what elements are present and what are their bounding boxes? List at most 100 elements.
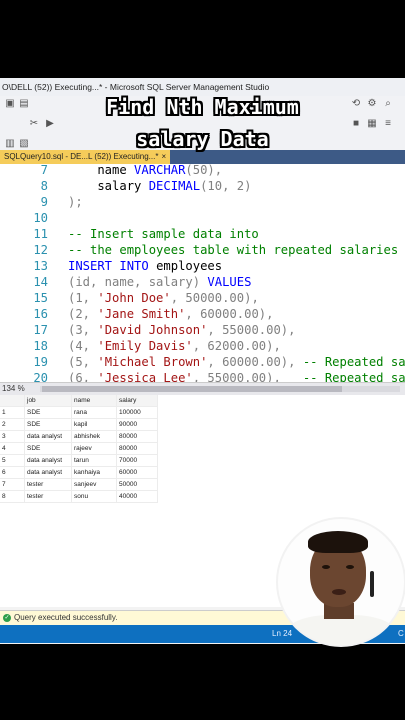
table-row[interactable]: 5 data analyst tarun 70000	[0, 454, 158, 467]
code-text: (id, name, salary) VALUES	[68, 274, 251, 290]
table-cell[interactable]: kapil	[71, 418, 117, 431]
presenter-shirt	[284, 615, 398, 645]
table-row[interactable]: 2 SDE kapil 90000	[0, 418, 158, 431]
table-cell[interactable]: 4	[0, 442, 25, 455]
table-row[interactable]: 4 SDE rajeev 80000	[0, 442, 158, 455]
table-cell[interactable]: 80000	[116, 430, 158, 443]
code-line[interactable]: 18 (4, 'Emily Davis', 62000.00),	[0, 338, 405, 354]
line-number: 11	[33, 227, 48, 241]
line-number: 7	[40, 164, 48, 177]
tab-label: SQLQuery10.sql - DE...L (52)) Executing.…	[4, 152, 159, 161]
table-cell[interactable]: tester	[24, 478, 72, 491]
table-cell[interactable]: 50000	[116, 478, 158, 491]
headline-line-1: Find Nth Maximum	[106, 95, 299, 119]
table-cell[interactable]: 100000	[116, 406, 158, 419]
table-cell[interactable]: 60000	[116, 466, 158, 479]
close-icon[interactable]: ×	[161, 152, 166, 161]
line-number: 20	[33, 371, 48, 382]
code-line[interactable]: 10	[0, 210, 405, 226]
table-cell[interactable]: 2	[0, 418, 25, 431]
code-text: INSERT INTO employees	[68, 258, 222, 274]
column-header[interactable]: salary	[116, 395, 158, 407]
table-cell[interactable]: 6	[0, 466, 25, 479]
code-line[interactable]: 16 (2, 'Jane Smith', 60000.00),	[0, 306, 405, 322]
code-line[interactable]: 7 name VARCHAR(50),	[0, 164, 405, 178]
code-token: -- Repeated salary	[302, 355, 405, 369]
table-cell[interactable]: 3	[0, 430, 25, 443]
code-text: salary DECIMAL(10, 2)	[68, 178, 251, 194]
code-line[interactable]: 20 (6, 'Jessica Lee', 55000.00), -- Repea…	[0, 370, 405, 382]
table-cell[interactable]: SDE	[24, 406, 72, 419]
presenter-eye	[322, 565, 330, 569]
scrollbar-thumb[interactable]	[42, 386, 342, 392]
table-cell[interactable]: abhishek	[71, 430, 117, 443]
table-row[interactable]: 6 data analyst kanhaiya 60000	[0, 466, 158, 479]
code-line[interactable]: 15 (1, 'John Doe', 50000.00),	[0, 290, 405, 306]
code-line[interactable]: 17 (3, 'David Johnson', 55000.00),	[0, 322, 405, 338]
code-token: (6,	[68, 371, 98, 382]
code-text: (6, 'Jessica Lee', 55000.00), -- Repeate…	[68, 370, 405, 382]
table-cell[interactable]: 80000	[116, 442, 158, 455]
check-icon: ✓	[3, 613, 11, 622]
table-cell[interactable]: 5	[0, 454, 25, 467]
window-title: O\DELL (52)) Executing...* - Microsoft S…	[0, 78, 405, 96]
code-text: -- the employees table with repeated sal…	[68, 242, 398, 258]
code-token: (1,	[68, 291, 98, 305]
table-cell[interactable]: 8	[0, 490, 25, 503]
column-header[interactable]	[0, 395, 25, 407]
tab-sqlquery10[interactable]: SQLQuery10.sql - DE...L (52)) Executing.…	[0, 150, 171, 164]
code-text: name VARCHAR(50),	[68, 164, 222, 178]
code-line[interactable]: 12 -- the employees table with repeated s…	[0, 242, 405, 258]
code-line[interactable]: 13 INSERT INTO employees	[0, 258, 405, 274]
line-number: 16	[33, 307, 48, 321]
table-cell[interactable]: 7	[0, 478, 25, 491]
table-cell[interactable]: kanhaiya	[71, 466, 117, 479]
table-row[interactable]: 8 tester sonu 40000	[0, 490, 158, 503]
presenter-eye	[346, 565, 354, 569]
table-row[interactable]: 1 SDE rana 100000	[0, 406, 158, 419]
table-cell[interactable]: sanjeev	[71, 478, 117, 491]
code-line[interactable]: 14 (id, name, salary) VALUES	[0, 274, 405, 290]
code-text: (2, 'Jane Smith', 60000.00),	[68, 306, 273, 322]
code-line[interactable]: 11 -- Insert sample data into	[0, 226, 405, 242]
table-cell[interactable]: SDE	[24, 442, 72, 455]
table-cell[interactable]: data analyst	[24, 466, 72, 479]
table-row[interactable]: 3 data analyst abhishek 80000	[0, 430, 158, 443]
table-cell[interactable]: data analyst	[24, 430, 72, 443]
code-token: (10, 2)	[200, 179, 252, 193]
code-token: , 50000.00),	[170, 291, 259, 305]
table-cell[interactable]: sonu	[71, 490, 117, 503]
table-cell[interactable]: rajeev	[71, 442, 117, 455]
column-header[interactable]: job	[24, 395, 72, 407]
table-cell[interactable]: tarun	[71, 454, 117, 467]
code-token: );	[68, 195, 83, 209]
zoom-level[interactable]: 134 %	[0, 384, 25, 393]
table-cell[interactable]: 90000	[116, 418, 158, 431]
code-token: , 62000.00),	[192, 339, 281, 353]
code-token: employees	[156, 259, 223, 273]
presenter-avatar	[276, 517, 405, 647]
status-message: Query executed successfully.	[14, 613, 118, 622]
code-line[interactable]: 19 (5, 'Michael Brown', 60000.00), -- Rep…	[0, 354, 405, 370]
table-cell[interactable]: 40000	[116, 490, 158, 503]
code-token: VALUES	[207, 275, 252, 289]
table-cell[interactable]: rana	[71, 406, 117, 419]
table-cell[interactable]: SDE	[24, 418, 72, 431]
table-cell[interactable]: data analyst	[24, 454, 72, 467]
table-cell[interactable]: tester	[24, 490, 72, 503]
column-header[interactable]: name	[71, 395, 117, 407]
line-number: 13	[33, 259, 48, 273]
code-token: (3,	[68, 323, 98, 337]
code-line[interactable]: 9);	[0, 194, 405, 210]
code-line[interactable]: 8 salary DECIMAL(10, 2)	[0, 178, 405, 194]
query-editor[interactable]: 7 name VARCHAR(50), 8 salary DECIMAL(10, …	[0, 164, 405, 382]
table-cell[interactable]: 1	[0, 406, 25, 419]
table-row[interactable]: 7 tester sanjeev 50000	[0, 478, 158, 491]
presenter-mouth	[332, 589, 346, 595]
code-token: 'Jessica Lee'	[97, 371, 193, 382]
cursor-col: C	[398, 629, 404, 638]
line-number: 12	[33, 243, 48, 257]
microphone-icon	[370, 571, 374, 597]
headline-line-2: salary Data	[136, 127, 269, 151]
table-cell[interactable]: 70000	[116, 454, 158, 467]
